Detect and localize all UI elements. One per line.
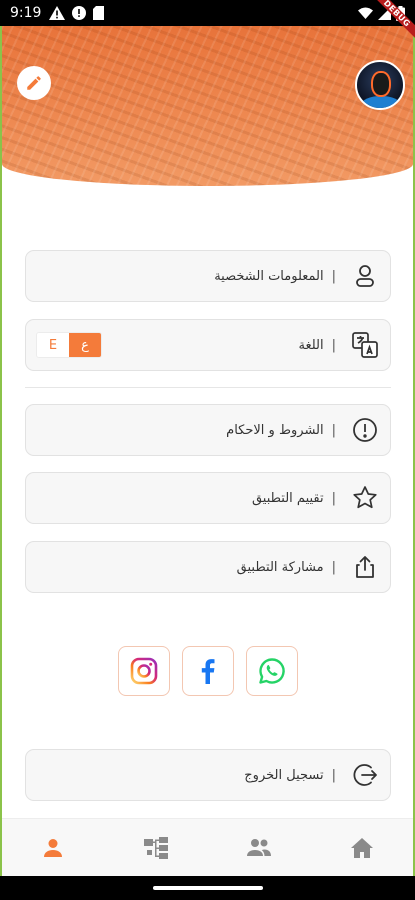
home-gesture-handle[interactable] [153, 886, 263, 890]
logout-icon [350, 760, 380, 790]
avatar[interactable] [355, 60, 405, 110]
terms-label: الشروط و الاحكام [226, 422, 324, 438]
alert-circle-icon [72, 6, 87, 20]
info-circle-icon [350, 415, 380, 445]
whatsapp-button[interactable] [245, 646, 298, 696]
user-icon [350, 261, 380, 291]
nav-group[interactable] [208, 819, 311, 876]
edit-profile-button[interactable] [17, 66, 51, 100]
system-navigation-bar [0, 876, 415, 900]
personal-info-label: المعلومات الشخصية [214, 268, 324, 284]
personal-info-item[interactable]: | المعلومات الشخصية [25, 250, 391, 302]
group-icon [246, 838, 271, 856]
pencil-icon [27, 76, 41, 90]
bottom-navigation [2, 818, 413, 876]
language-option-arabic[interactable]: ع [69, 333, 101, 357]
debug-banner: DEBUG [359, 0, 415, 56]
alert-triangle-icon [49, 6, 66, 20]
social-links [0, 646, 415, 696]
nav-home[interactable] [310, 819, 413, 876]
sd-card-icon [93, 6, 105, 20]
translate-icon [350, 330, 380, 360]
nav-hierarchy[interactable] [105, 819, 208, 876]
hierarchy-icon [144, 836, 169, 859]
language-label: اللغة [298, 337, 324, 353]
section-divider [25, 387, 391, 388]
facebook-icon [201, 659, 214, 684]
nav-profile[interactable] [2, 819, 105, 876]
instagram-icon [130, 657, 157, 685]
facebook-button[interactable] [181, 646, 234, 696]
profile-header [2, 26, 413, 186]
logout-item[interactable]: | تسجيل الخروج [25, 749, 391, 801]
whatsapp-icon [258, 658, 285, 684]
header-background [2, 26, 413, 186]
rate-app-item[interactable]: | تقييم التطبيق [25, 472, 391, 524]
language-option-english[interactable]: E [37, 333, 69, 357]
share-app-item[interactable]: | مشاركة التطبيق [25, 541, 391, 593]
language-item[interactable]: | اللغة E ع [25, 319, 391, 371]
rate-app-label: تقييم التطبيق [251, 490, 324, 506]
status-time: 9:19 [10, 5, 42, 21]
home-icon [350, 837, 373, 858]
share-app-label: مشاركة التطبيق [236, 559, 324, 575]
profile-icon [44, 838, 63, 857]
language-toggle[interactable]: E ع [36, 332, 102, 358]
instagram-button[interactable] [117, 646, 170, 696]
status-bar: 9:19 [0, 0, 415, 26]
terms-item[interactable]: | الشروط و الاحكام [25, 404, 391, 456]
star-icon [350, 483, 380, 513]
logout-label: تسجيل الخروج [244, 767, 324, 783]
share-icon [350, 552, 380, 582]
